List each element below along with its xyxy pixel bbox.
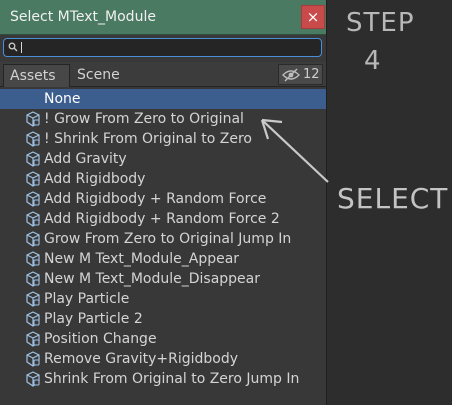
list-item[interactable]: ! Grow From Zero to Original (0, 109, 326, 129)
list-item-label: Play Particle 2 (44, 311, 143, 327)
list-item-label: ! Shrink From Original to Zero (44, 131, 252, 147)
list-item-label: Add Gravity (44, 151, 127, 167)
tab-scene[interactable]: Scene (71, 64, 126, 87)
list-item[interactable]: Add Rigidbody + Random Force 2 (0, 209, 326, 229)
list-item-label: New M Text_Module_Disappear (44, 271, 261, 287)
prefab-cube-icon (26, 311, 40, 327)
prefab-cube-icon (26, 211, 40, 227)
list-item-label: Position Change (44, 331, 157, 347)
list-item-label: Play Particle (44, 291, 130, 307)
list-item-label: Grow From Zero to Original Jump In (44, 231, 292, 247)
prefab-cube-icon (26, 371, 40, 387)
step-number: 4 (364, 46, 381, 76)
list-item-label: New M Text_Module_Appear (44, 251, 240, 267)
select-annotation: SELECT (337, 182, 449, 215)
prefab-cube-icon (26, 131, 40, 147)
window-title: Select MText_Module (10, 9, 156, 25)
prefab-cube-icon (26, 251, 40, 267)
prefab-cube-icon (26, 171, 40, 187)
list-item[interactable]: None (0, 89, 326, 109)
list-item-label: None (44, 91, 81, 107)
list-item[interactable]: Remove Gravity+Rigidbody (0, 349, 326, 369)
list-item-label: Add Rigidbody (44, 171, 146, 187)
list-item[interactable]: Play Particle (0, 289, 326, 309)
list-item[interactable]: New M Text_Module_Disappear (0, 269, 326, 289)
list-item[interactable]: Add Rigidbody + Random Force (0, 189, 326, 209)
tab-bar: Assets Scene 12 (0, 62, 326, 87)
list-item[interactable]: ! Shrink From Original to Zero (0, 129, 326, 149)
list-item-label: Remove Gravity+Rigidbody (44, 351, 239, 367)
list-item[interactable]: Add Rigidbody (0, 169, 326, 189)
eye-slash-icon (282, 68, 300, 82)
list-item[interactable]: New M Text_Module_Appear (0, 249, 326, 269)
list-item-label: Shrink From Original to Zero Jump In (44, 371, 300, 387)
tab-assets[interactable]: Assets (3, 64, 70, 87)
list-item[interactable]: Play Particle 2 (0, 309, 326, 329)
hidden-count: 12 (303, 67, 320, 82)
list-item-label: ! Grow From Zero to Original (44, 111, 244, 127)
search-field[interactable] (3, 38, 322, 57)
prefab-cube-icon (26, 331, 40, 347)
prefab-cube-icon (26, 191, 40, 207)
step-label: STEP (346, 8, 415, 38)
close-button[interactable]: × (301, 5, 325, 29)
list-item[interactable]: Grow From Zero to Original Jump In (0, 229, 326, 249)
prefab-cube-icon (26, 291, 40, 307)
close-icon: × (306, 8, 320, 26)
text-caret (21, 42, 22, 53)
search-icon (8, 42, 18, 52)
hidden-objects-toggle[interactable]: 12 (278, 64, 323, 85)
prefab-cube-icon (26, 231, 40, 247)
asset-list: None ! Grow From Zero to Original ! Shrink… (0, 89, 326, 389)
prefab-cube-icon (26, 271, 40, 287)
list-item[interactable]: Position Change (0, 329, 326, 349)
prefab-cube-icon (26, 111, 40, 127)
list-item[interactable]: Shrink From Original to Zero Jump In (0, 369, 326, 389)
window-titlebar[interactable]: Select MText_Module × (0, 0, 326, 35)
prefab-cube-icon (26, 351, 40, 367)
list-item-label: Add Rigidbody + Random Force (44, 191, 267, 207)
object-picker-window: Select MText_Module × Assets Scene 12 No… (0, 0, 327, 405)
prefab-cube-icon (26, 151, 40, 167)
list-item-label: Add Rigidbody + Random Force 2 (44, 211, 280, 227)
search-input[interactable] (19, 40, 314, 55)
list-item[interactable]: Add Gravity (0, 149, 326, 169)
